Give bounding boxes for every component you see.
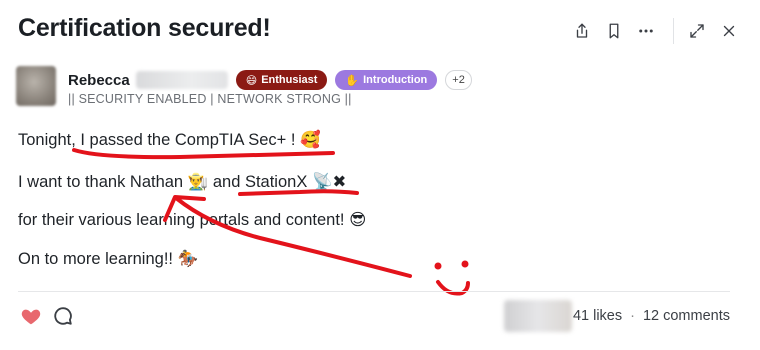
body-text: and StationX xyxy=(212,173,308,191)
body-text: I want to thank Nathan xyxy=(18,173,184,191)
emoji: 😎 xyxy=(349,211,367,229)
likers-avatars[interactable] xyxy=(504,300,572,332)
emoji: 👨‍🌾 xyxy=(187,173,209,191)
emoji: 🥰 xyxy=(300,131,321,149)
post-body-line: On to more learning!! 🏇 xyxy=(18,250,198,269)
more-icon xyxy=(639,29,653,33)
author-tagline: || SECURITY ENABLED | NETWORK STRONG || xyxy=(68,92,352,106)
author-name[interactable]: Rebecca xyxy=(68,72,130,89)
separator: · xyxy=(630,308,635,324)
badge-label: Enthusiast xyxy=(261,74,318,86)
heart-icon xyxy=(21,309,41,325)
close-button[interactable] xyxy=(716,18,742,44)
expand-button[interactable] xyxy=(684,18,710,44)
more-badges-button[interactable]: +2 xyxy=(445,70,472,90)
badge-introduction[interactable]: ✋ Introduction xyxy=(335,70,438,90)
badge-enthusiast[interactable]: 😄 Enthusiast xyxy=(235,70,328,90)
likes-count[interactable]: 41 likes xyxy=(573,308,622,324)
comment-icon xyxy=(54,307,72,325)
share-button[interactable] xyxy=(569,18,595,44)
redacted-surname xyxy=(135,71,228,89)
smiley-right-eye xyxy=(461,260,469,268)
like-button[interactable] xyxy=(20,305,42,327)
post-body-line: Tonight, I passed the CompTIA Sec+ ! 🥰 xyxy=(18,131,321,150)
badge-label: Introduction xyxy=(363,74,428,86)
bookmark-button[interactable] xyxy=(601,18,627,44)
underline-passed-comptia xyxy=(72,148,335,160)
author-row: Rebecca 😄 Enthusiast ✋ Introduction +2 xyxy=(68,70,472,90)
post-body-line: I want to thank Nathan 👨‍🌾 and StationX … xyxy=(18,172,346,192)
post-body-line: for their various learning portals and c… xyxy=(18,210,366,230)
footer-divider xyxy=(18,291,730,292)
body-text: Tonight, I passed the CompTIA Sec+ ! xyxy=(18,131,296,149)
expand-icon xyxy=(690,24,704,38)
smiley-left-eye xyxy=(434,262,442,270)
engagement-counts: 41 likes · 12 comments xyxy=(573,308,730,324)
emoji: 🏇 xyxy=(177,250,199,268)
bookmark-icon xyxy=(609,23,619,39)
body-text: for their various learning portals and c… xyxy=(18,211,345,229)
share-icon xyxy=(576,23,588,38)
close-icon xyxy=(723,25,735,37)
badge-emoji: 😄 xyxy=(245,74,258,87)
toolbar-divider xyxy=(673,18,674,44)
post-title: Certification secured! xyxy=(18,14,271,42)
emoji: 📡✖ xyxy=(311,173,347,191)
comments-count[interactable]: 12 comments xyxy=(643,308,730,324)
author-avatar[interactable] xyxy=(16,66,56,106)
more-options-button[interactable] xyxy=(633,18,659,44)
body-text: On to more learning!! xyxy=(18,250,173,268)
post-toolbar xyxy=(569,18,742,44)
badge-emoji: ✋ xyxy=(345,74,360,87)
comment-button[interactable] xyxy=(52,305,74,327)
